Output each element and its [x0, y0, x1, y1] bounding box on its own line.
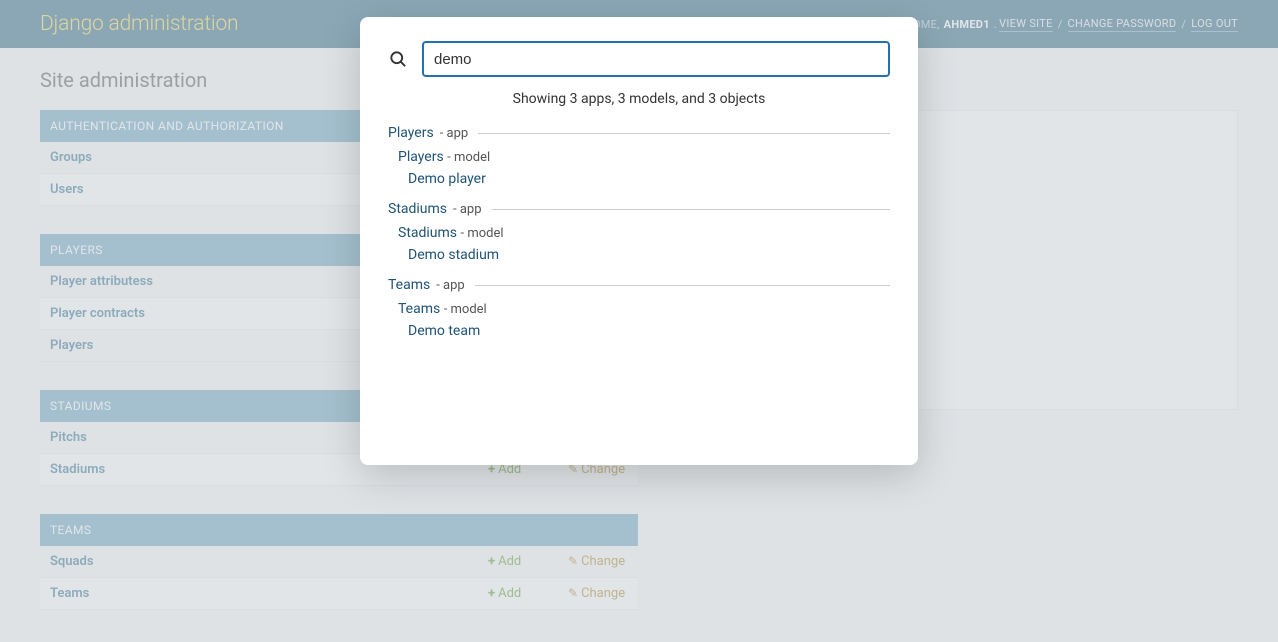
result-app-link[interactable]: Teams [388, 277, 430, 293]
result-app-link[interactable]: Players [388, 125, 434, 141]
divider-line [478, 133, 890, 134]
result-group: Teams - app Teams - model Demo team [388, 277, 890, 339]
result-group: Stadiums - app Stadiums - model Demo sta… [388, 201, 890, 263]
result-object-link[interactable]: Demo stadium [408, 247, 499, 263]
divider-line [475, 285, 890, 286]
result-model-link[interactable]: Teams [398, 301, 440, 317]
result-type-label: - app [436, 278, 465, 293]
result-object-link[interactable]: Demo team [408, 323, 480, 339]
search-input[interactable] [422, 41, 890, 77]
search-icon [388, 49, 408, 69]
result-type-label: - model [447, 150, 490, 165]
result-group: Players - app Players - model Demo playe… [388, 125, 890, 187]
search-modal: Showing 3 apps, 3 models, and 3 objects … [360, 17, 918, 465]
result-summary: Showing 3 apps, 3 models, and 3 objects [388, 91, 890, 107]
result-model-link[interactable]: Players [398, 149, 444, 165]
result-object-link[interactable]: Demo player [408, 171, 486, 187]
divider-line [492, 209, 890, 210]
result-type-label: - model [444, 302, 487, 317]
result-type-label: - app [440, 126, 469, 141]
result-app-link[interactable]: Stadiums [388, 201, 447, 217]
result-type-label: - app [453, 202, 482, 217]
result-type-label: - model [461, 226, 504, 241]
result-model-link[interactable]: Stadiums [398, 225, 457, 241]
